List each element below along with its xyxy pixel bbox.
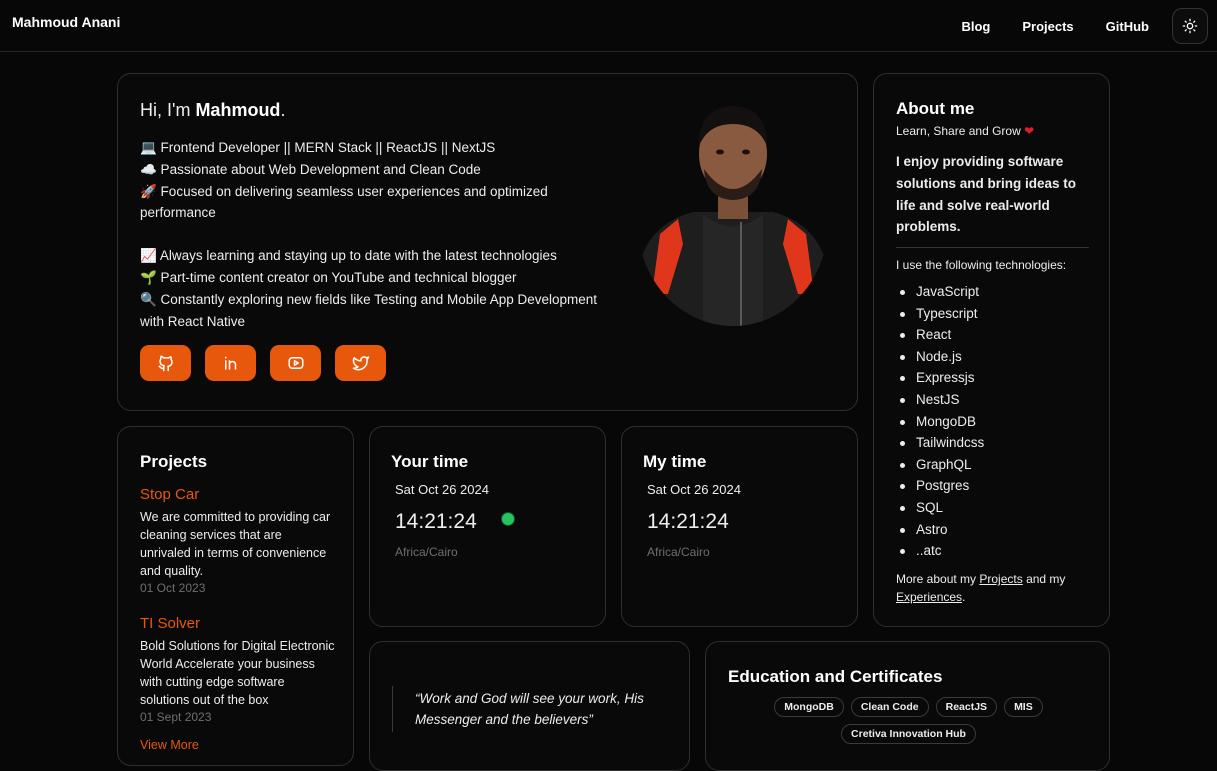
view-more-link[interactable]: View More xyxy=(140,738,199,752)
your-time-date: Sat Oct 26 2024 xyxy=(395,482,489,497)
youtube-button[interactable] xyxy=(270,345,321,381)
hero-greeting: Hi, I'm Mahmoud. xyxy=(140,100,285,121)
nav-links: Blog Projects GitHub xyxy=(961,0,1217,52)
about-subtitle: Learn, Share and Grow ❤ xyxy=(896,124,1034,138)
greeting-suffix: . xyxy=(280,100,286,120)
quote-card: “Work and God will see your work, His Me… xyxy=(369,641,690,771)
hero-bio: 💻 Frontend Developer || MERN Stack || Re… xyxy=(140,137,600,332)
twitter-button[interactable] xyxy=(335,345,386,381)
nav-blog-link[interactable]: Blog xyxy=(961,19,990,34)
bio-line: 🔍 Constantly exploring new fields like T… xyxy=(140,291,598,329)
experiences-link[interactable]: Experiences xyxy=(896,590,962,604)
tech-item: React xyxy=(896,324,984,346)
nav-github-link[interactable]: GitHub xyxy=(1106,19,1149,34)
tech-item: Tailwindcss xyxy=(896,432,984,454)
tech-item: SQL xyxy=(896,497,984,519)
project-item: TI Solver Bold Solutions for Digital Ele… xyxy=(140,615,335,724)
top-navbar: Mahmoud Anani Blog Projects GitHub xyxy=(0,0,1217,52)
about-title: About me xyxy=(896,99,975,118)
profile-photo xyxy=(638,94,828,326)
tech-item: GraphQL xyxy=(896,454,984,476)
tech-item: NestJS xyxy=(896,389,984,411)
theme-toggle-button[interactable] xyxy=(1172,8,1208,44)
projects-title: Projects xyxy=(140,452,208,471)
about-intro: I enjoy providing software solutions and… xyxy=(896,154,1077,235)
tech-label: I use the following technologies: xyxy=(896,258,1067,272)
projects-card: Projects Stop Car We are committed to pr… xyxy=(117,426,354,766)
project-description: Bold Solutions for Digital Electronic Wo… xyxy=(140,639,335,707)
education-card: Education and Certificates MongoDB Clean… xyxy=(705,641,1110,771)
your-time-clock: 14:21:24 xyxy=(395,510,477,533)
site-brand[interactable]: Mahmoud Anani xyxy=(12,14,120,30)
your-time-card: Your time Sat Oct 26 2024 14:21:24 Afric… xyxy=(369,426,606,627)
project-title-link[interactable]: Stop Car xyxy=(140,486,335,503)
sun-icon xyxy=(1182,18,1198,34)
greeting-name: Mahmoud xyxy=(195,100,281,120)
project-date: 01 Oct 2023 xyxy=(140,581,206,595)
about-card: About me Learn, Share and Grow ❤ I enjoy… xyxy=(873,73,1110,627)
more-prefix: More about my xyxy=(896,572,980,586)
bio-line: 💻 Frontend Developer || MERN Stack || Re… xyxy=(140,140,496,155)
project-item: Stop Car We are committed to providing c… xyxy=(140,486,335,595)
my-time-date: Sat Oct 26 2024 xyxy=(647,482,741,497)
my-time-zone: Africa/Cairo xyxy=(647,545,710,559)
youtube-icon xyxy=(288,357,303,369)
tech-list: JavaScript Typescript React Node.js Expr… xyxy=(896,281,984,562)
tech-item: Typescript xyxy=(896,303,984,325)
hero-card: Hi, I'm Mahmoud. 💻 Frontend Developer ||… xyxy=(117,73,858,411)
nav-projects-link[interactable]: Projects xyxy=(1022,19,1073,34)
certificate-chip[interactable]: MongoDB xyxy=(774,697,844,717)
tech-item: Postgres xyxy=(896,475,984,497)
social-links xyxy=(140,345,386,381)
linkedin-icon xyxy=(224,356,236,370)
project-description: We are committed to providing car cleani… xyxy=(140,510,331,578)
heart-icon: ❤ xyxy=(1024,124,1035,138)
certificate-chips: MongoDB Clean Code ReactJS MIS Cretiva I… xyxy=(736,697,1081,744)
tech-item: Expressjs xyxy=(896,367,984,389)
bio-line: 📈 Always learning and staying up to date… xyxy=(140,248,557,264)
tech-item: Node.js xyxy=(896,346,984,368)
my-time-clock: 14:21:24 xyxy=(647,510,729,533)
bio-line: 🚀 Focused on delivering seamless user ex… xyxy=(140,183,548,221)
tech-item: Astro xyxy=(896,519,984,541)
tech-item: JavaScript xyxy=(896,281,984,303)
more-suffix: . xyxy=(962,590,966,604)
twitter-icon xyxy=(352,356,369,371)
certificate-chip[interactable]: Clean Code xyxy=(850,697,929,717)
my-time-card: My time Sat Oct 26 2024 14:21:24 Africa/… xyxy=(621,426,858,627)
github-button[interactable] xyxy=(140,345,191,381)
more-mid: and my xyxy=(1022,572,1066,586)
your-time-zone: Africa/Cairo xyxy=(395,545,458,559)
tech-item: MongoDB xyxy=(896,411,984,433)
about-subtitle-text: Learn, Share and Grow xyxy=(896,124,1021,138)
my-time-title: My time xyxy=(643,452,707,471)
about-more: More about my Projects and my Experience… xyxy=(896,570,1096,606)
bio-line: ☁️ Passionate about Web Development and … xyxy=(140,161,481,177)
project-title-link[interactable]: TI Solver xyxy=(140,615,335,632)
github-icon xyxy=(158,355,173,372)
linkedin-button[interactable] xyxy=(205,345,256,381)
certificate-chip[interactable]: Cretiva Innovation Hub xyxy=(841,724,976,744)
certificate-chip[interactable]: ReactJS xyxy=(935,697,998,717)
online-status-indicator xyxy=(501,512,515,526)
education-title: Education and Certificates xyxy=(728,667,943,686)
quote-border xyxy=(392,686,393,732)
project-date: 01 Sept 2023 xyxy=(140,710,212,724)
certificate-chip[interactable]: MIS xyxy=(1004,697,1043,717)
greeting-prefix: Hi, I'm xyxy=(140,100,196,120)
about-divider xyxy=(896,247,1089,248)
bio-line: 🌱 Part-time content creator on YouTube a… xyxy=(140,269,517,285)
tech-item: ..atc xyxy=(896,540,984,562)
projects-link[interactable]: Projects xyxy=(979,572,1022,586)
your-time-title: Your time xyxy=(391,452,469,471)
quote-text: “Work and God will see your work, His Me… xyxy=(415,691,644,727)
